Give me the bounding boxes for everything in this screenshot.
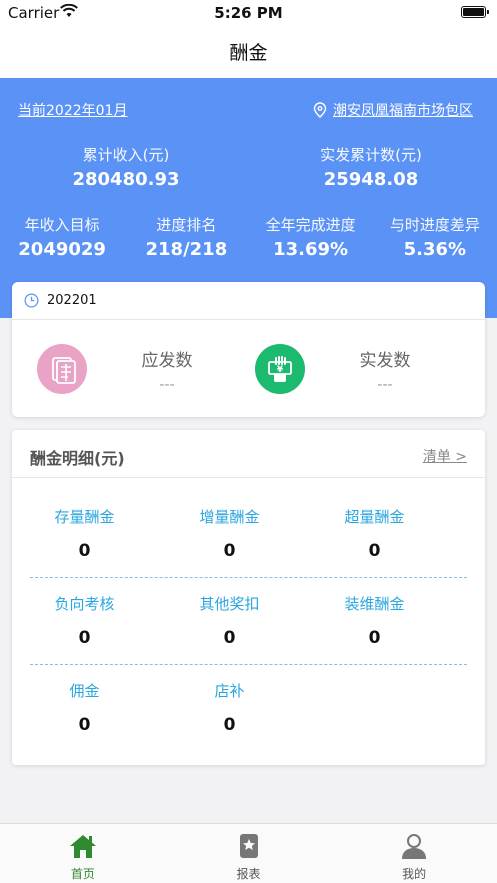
actual-paid-stat: 实发累计数(元) 25948.08 bbox=[285, 144, 457, 190]
detail-label: 增量酬金 bbox=[199, 508, 260, 526]
actual-paid-label: 实发数 bbox=[359, 350, 411, 371]
clock-time: 5:26 PM bbox=[214, 4, 283, 22]
detail-label: 装维酬金 bbox=[344, 595, 405, 613]
location-label: 潮安凤凰福南市场包区 bbox=[333, 103, 473, 119]
stat-label: 年收入目标 bbox=[24, 216, 100, 234]
detail-row: 负向考核 0 其他奖扣 0 装维酬金 0 bbox=[12, 593, 485, 648]
stat-value: 218/218 bbox=[145, 239, 228, 260]
detail-value: 0 bbox=[78, 628, 91, 648]
detail-value: 0 bbox=[368, 628, 381, 648]
detail-label: 其他奖扣 bbox=[199, 595, 260, 613]
cash-hand-icon: ¥ bbox=[255, 344, 305, 394]
stat-label: 实发累计数(元) bbox=[320, 146, 422, 164]
payable-label: 应发数 bbox=[141, 350, 193, 371]
detail-value: 0 bbox=[223, 628, 236, 648]
tab-label: 我的 bbox=[402, 867, 427, 881]
payable-value: --- bbox=[159, 376, 175, 393]
actual-paid-text: 实发数 --- bbox=[335, 346, 435, 393]
tab-label: 首页 bbox=[70, 867, 95, 881]
stat-label: 累计收入(元) bbox=[82, 146, 170, 164]
detail-row: 存量酬金 0 增量酬金 0 超量酬金 0 bbox=[12, 506, 485, 561]
home-icon bbox=[69, 835, 96, 858]
divider bbox=[30, 664, 467, 665]
payable-item[interactable]: 应发数 --- bbox=[37, 344, 217, 394]
annual-completion-stat: 全年完成进度 13.69% bbox=[249, 214, 373, 260]
detail-label: 店补 bbox=[214, 682, 245, 700]
detail-list-link[interactable]: 清单 > bbox=[423, 446, 467, 466]
stat-label: 与时进度差异 bbox=[389, 216, 480, 234]
detail-value: 0 bbox=[368, 541, 381, 561]
detail-value: 0 bbox=[78, 715, 91, 735]
stat-label: 进度排名 bbox=[156, 216, 217, 234]
stat-label: 全年完成进度 bbox=[265, 216, 356, 234]
detail-label: 存量酬金 bbox=[54, 508, 115, 526]
clock-icon bbox=[24, 293, 39, 308]
detail-cell[interactable]: 超量酬金 0 bbox=[302, 506, 447, 561]
detail-cell[interactable]: 存量酬金 0 bbox=[12, 506, 157, 561]
detail-cell[interactable]: 其他奖扣 0 bbox=[157, 593, 302, 648]
tab-report[interactable]: 报表 bbox=[166, 824, 332, 883]
detail-value: 0 bbox=[223, 715, 236, 735]
detail-cell[interactable]: 店补 0 bbox=[157, 680, 302, 735]
tab-label: 报表 bbox=[236, 867, 261, 881]
detail-card-header: 酬金明细(元) 清单 > bbox=[12, 430, 485, 478]
report-icon bbox=[239, 834, 258, 858]
location-pin-icon bbox=[313, 102, 327, 118]
commission-detail-card: 酬金明细(元) 清单 > 存量酬金 0 增量酬金 0 超量酬金 0 负向考核 0… bbox=[12, 430, 485, 765]
location-selector[interactable]: 潮安凤凰福南市场包区 bbox=[313, 100, 473, 120]
status-bar: Carrier 5:26 PM bbox=[0, 0, 497, 26]
detail-value: 0 bbox=[78, 541, 91, 561]
actual-paid-item[interactable]: ¥ 实发数 --- bbox=[255, 344, 435, 394]
payable-text: 应发数 --- bbox=[117, 346, 217, 393]
detail-cell[interactable]: 增量酬金 0 bbox=[157, 506, 302, 561]
detail-value: 0 bbox=[223, 541, 236, 561]
navigation-bar: 酬金 bbox=[0, 26, 497, 78]
stat-value: 25948.08 bbox=[323, 169, 419, 190]
detail-label: 超量酬金 bbox=[344, 508, 405, 526]
detail-card-title: 酬金明细(元) bbox=[30, 449, 125, 468]
detail-row: 佣金 0 店补 0 bbox=[12, 680, 485, 735]
detail-label: 佣金 bbox=[69, 682, 100, 700]
progress-stats-row: 年收入目标 2049029 进度排名 218/218 全年完成进度 13.69%… bbox=[0, 214, 497, 260]
document-icon bbox=[37, 344, 87, 394]
divider bbox=[30, 577, 467, 578]
tab-home[interactable]: 首页 bbox=[0, 824, 166, 883]
period-selector[interactable]: 当前2022年01月 bbox=[18, 100, 127, 120]
payment-period: 202201 bbox=[47, 293, 97, 308]
progress-difference-stat: 与时进度差异 5.36% bbox=[373, 214, 497, 260]
tab-bar: 首页 报表 我的 bbox=[0, 823, 497, 883]
annual-target-stat: 年收入目标 2049029 bbox=[0, 214, 124, 260]
stat-value: 13.69% bbox=[273, 239, 349, 260]
detail-cell[interactable]: 佣金 0 bbox=[12, 680, 157, 735]
stat-value: 2049029 bbox=[18, 239, 106, 260]
cumulative-income-stat: 累计收入(元) 280480.93 bbox=[40, 144, 212, 190]
detail-cell[interactable]: 负向考核 0 bbox=[12, 593, 157, 648]
progress-rank-stat: 进度排名 218/218 bbox=[124, 214, 248, 260]
payment-card: 202201 应发数 --- ¥ 实发数 --- bbox=[12, 282, 485, 417]
tab-profile[interactable]: 我的 bbox=[331, 824, 497, 883]
detail-cell[interactable]: 装维酬金 0 bbox=[302, 593, 447, 648]
stat-value: 5.36% bbox=[403, 239, 467, 260]
payment-card-header[interactable]: 202201 bbox=[12, 282, 485, 320]
profile-icon bbox=[402, 834, 427, 859]
battery-icon bbox=[461, 6, 489, 18]
page-title: 酬金 bbox=[229, 42, 268, 64]
actual-paid-value: --- bbox=[377, 376, 393, 393]
stat-value: 280480.93 bbox=[72, 169, 180, 190]
detail-label: 负向考核 bbox=[54, 595, 115, 613]
svg-text:¥: ¥ bbox=[277, 365, 284, 375]
